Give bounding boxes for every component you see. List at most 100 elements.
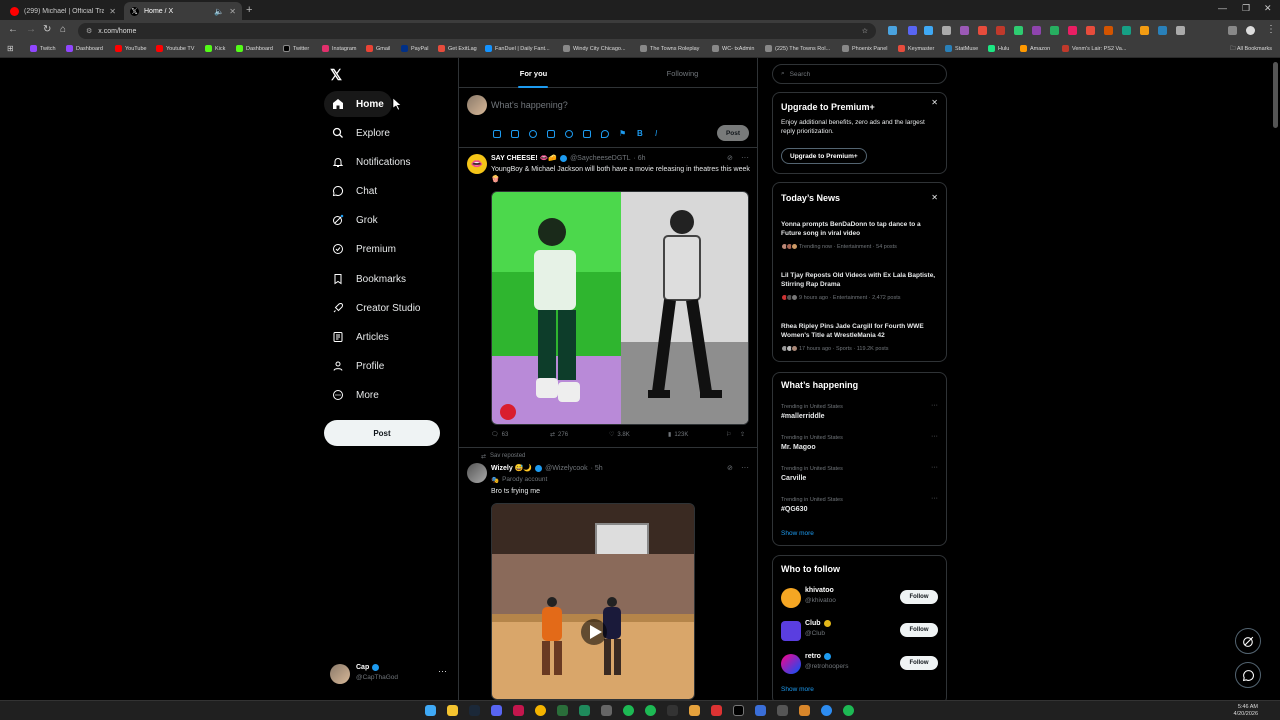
trend-name[interactable]: #QG630 (781, 506, 807, 513)
back-button[interactable]: ← (8, 24, 18, 35)
close-tab-icon[interactable]: ✕ (109, 7, 116, 16)
close-tab-icon[interactable]: ✕ (229, 7, 236, 16)
grok-compose-icon[interactable] (529, 130, 537, 138)
app-icon[interactable] (689, 705, 700, 716)
sidebar-item-notifications[interactable]: Notifications (324, 149, 418, 175)
grok-fab-icon[interactable] (1235, 628, 1261, 654)
url-field[interactable]: ⚙ x.com/home ☆ (78, 23, 876, 39)
tweet[interactable]: 👄 SAY CHEESE! 👄🧀 @SaycheeseDGTL · 6h ⊘ ·… (459, 148, 757, 448)
discord-icon[interactable] (491, 705, 502, 716)
upgrade-premium-button[interactable]: Upgrade to Premium+ (781, 148, 867, 164)
sidebar-item-bookmarks[interactable]: Bookmarks (324, 266, 414, 292)
bookmark[interactable]: WC- txAdmin (712, 45, 754, 52)
app-icon[interactable] (821, 705, 832, 716)
bookmark[interactable]: Dashboard (236, 45, 273, 52)
like-button[interactable]: ♡ 3.8K (609, 431, 630, 439)
start-icon[interactable] (425, 705, 436, 716)
extension-icon[interactable] (978, 26, 987, 35)
app-icon[interactable] (711, 705, 722, 716)
browser-tab-x-home[interactable]: 𝕏 Home / X 🔈 ✕ (124, 2, 242, 20)
extension-icon[interactable] (908, 26, 917, 35)
emoji-icon[interactable] (565, 130, 573, 138)
sidebar-item-creator-studio[interactable]: Creator Studio (324, 295, 428, 321)
extension-icon[interactable] (1068, 26, 1077, 35)
steam-icon[interactable] (469, 705, 480, 716)
follow-name[interactable]: khivatoo (805, 587, 834, 594)
compose-input[interactable]: What's happening? (491, 100, 568, 110)
extension-icon[interactable] (1122, 26, 1131, 35)
grok-icon[interactable]: ⊘ (727, 154, 733, 162)
post-button[interactable]: Post (324, 420, 440, 446)
extension-icon[interactable] (996, 26, 1005, 35)
tweet-video[interactable] (491, 503, 695, 700)
bookmark[interactable]: Keymaster (898, 45, 934, 52)
follow-button[interactable]: Follow (900, 656, 938, 670)
app-icon[interactable] (667, 705, 678, 716)
extension-icon[interactable] (942, 26, 951, 35)
bookmark[interactable]: Kick (205, 45, 225, 52)
tweet-more-icon[interactable]: ··· (741, 153, 749, 162)
poll-icon[interactable] (547, 130, 555, 138)
account-more-icon[interactable]: ··· (438, 666, 447, 676)
trend-more-icon[interactable]: ··· (931, 433, 938, 440)
bold-icon[interactable]: B (637, 130, 645, 138)
mute-tab-icon[interactable]: 🔈 (214, 7, 224, 16)
flag-icon[interactable]: ⚑ (619, 130, 627, 138)
extension-icon[interactable] (1104, 26, 1113, 35)
sidebar-item-home[interactable]: Home (324, 91, 392, 117)
app-icon[interactable] (623, 705, 634, 716)
home-button[interactable]: ⌂ (60, 24, 66, 35)
system-clock[interactable]: 5:46 AM 4/20/2026 (1234, 704, 1258, 718)
italic-icon[interactable]: I (655, 130, 663, 138)
follow-name[interactable]: retro (805, 653, 821, 660)
sidebar-item-explore[interactable]: Explore (324, 120, 398, 146)
extension-icon[interactable] (960, 26, 969, 35)
bookmark[interactable]: StatMuse (945, 45, 978, 52)
tweet-image[interactable] (491, 191, 749, 425)
follow-button[interactable]: Follow (900, 590, 938, 604)
bookmark[interactable]: FanDuel | Daily Fant... (485, 45, 550, 52)
share-icon[interactable]: ⇪ (740, 431, 745, 438)
schedule-icon[interactable] (583, 130, 591, 138)
extension-icon[interactable] (1158, 26, 1167, 35)
app-icon[interactable] (601, 705, 612, 716)
bookmark[interactable]: Hulu (988, 45, 1009, 52)
grok-icon[interactable]: ⊘ (727, 464, 733, 472)
tweet-more-icon[interactable]: ··· (741, 463, 749, 472)
x-app-icon[interactable] (733, 705, 744, 716)
bookmark[interactable]: Amazon (1020, 45, 1050, 52)
app-icon[interactable] (513, 705, 524, 716)
extensions-puzzle-icon[interactable] (1176, 26, 1185, 35)
sidebar-item-grok[interactable]: Grok (324, 207, 386, 233)
trend-name[interactable]: Carville (781, 475, 806, 482)
news-headline[interactable]: Rhea Ripley Pins Jade Cargill for Fourth… (781, 322, 941, 341)
close-icon[interactable]: ✕ (931, 98, 938, 107)
reload-button[interactable]: ↻ (43, 24, 51, 35)
app-icon[interactable] (579, 705, 590, 716)
sidebar-item-premium[interactable]: Premium (324, 236, 404, 262)
sidebar-item-more[interactable]: More (324, 382, 387, 408)
show-more-link[interactable]: Show more (781, 686, 814, 693)
apps-grid-icon[interactable]: ⊞ (7, 44, 14, 53)
site-info-icon[interactable]: ⚙ (86, 27, 92, 35)
chrome-icon[interactable] (535, 705, 546, 716)
news-headline[interactable]: Lil Tjay Reposts Old Videos with Ex Lala… (781, 271, 941, 290)
sidebar-item-articles[interactable]: Articles (324, 324, 397, 350)
bookmark-star-icon[interactable]: ☆ (862, 27, 868, 35)
extension-icon[interactable] (1140, 26, 1149, 35)
trend-name[interactable]: #mallerriddle (781, 413, 825, 420)
bookmark[interactable]: (225) The Towns Rol... (765, 45, 830, 52)
extension-icon[interactable] (888, 26, 897, 35)
bookmark[interactable]: PayPal (401, 45, 428, 52)
news-headline[interactable]: Yonna prompts BenDaDonn to tap dance to … (781, 220, 941, 239)
bookmark[interactable]: Instagram (322, 45, 356, 52)
app-icon[interactable] (557, 705, 568, 716)
tweet-time[interactable]: · 5h (591, 465, 603, 472)
tweet-time[interactable]: · 6h (633, 155, 645, 162)
bookmark-icon[interactable]: ⚐ (726, 431, 731, 438)
spotify-icon[interactable] (645, 705, 656, 716)
extension-icon[interactable] (1050, 26, 1059, 35)
reply-button[interactable]: 🗨 63 (491, 431, 508, 439)
tab-following[interactable]: Following (608, 58, 757, 88)
author-name[interactable]: SAY CHEESE! 👄🧀 (491, 154, 557, 162)
